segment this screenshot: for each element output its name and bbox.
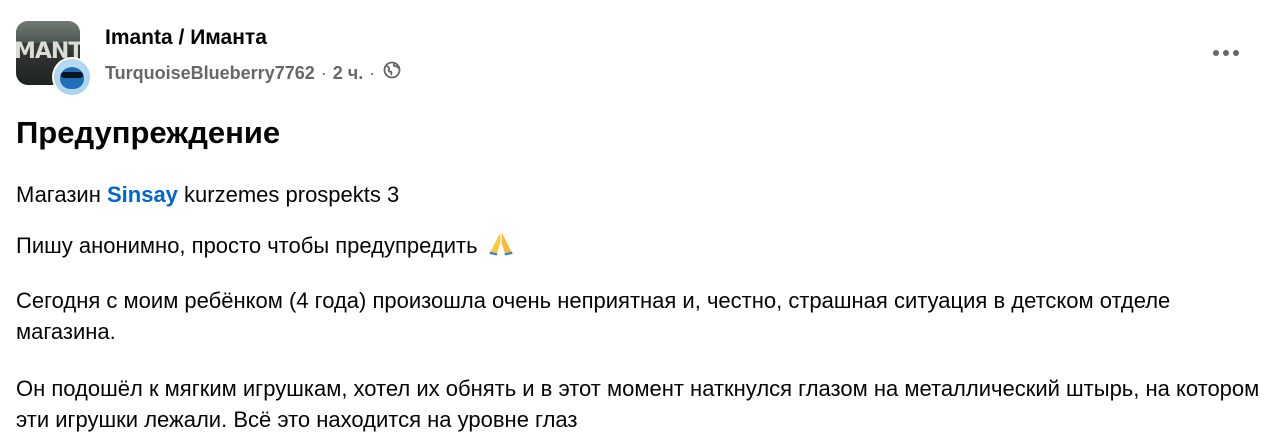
author-name-link[interactable]: TurquoiseBlueberry7762 [105, 61, 315, 85]
post-timestamp-link[interactable]: 2 ч. [333, 61, 363, 85]
paragraph-text: kurzemes prospekts 3 [177, 182, 400, 207]
post-meta: TurquoiseBlueberry7762 · 2 ч. · [105, 61, 401, 85]
more-options-button[interactable] [1208, 41, 1244, 65]
more-horizontal-icon [1212, 44, 1240, 62]
feed-post: MANTA Imanta / Иманта TurquoiseBlueberry… [0, 0, 1273, 444]
sinsay-link[interactable]: Sinsay [107, 182, 178, 207]
group-name-link[interactable]: Imanta / Иманта [105, 25, 267, 51]
meta-separator: · [369, 63, 376, 83]
post-title: Предупреждение [16, 115, 281, 150]
folded-hands-emoji [488, 230, 514, 264]
paragraph-text: Магазин [16, 182, 107, 207]
post-header: MANTA Imanta / Иманта TurquoiseBlueberry… [16, 21, 1256, 97]
paragraph-text: Пишу анонимно, просто чтобы предупредить [16, 233, 478, 258]
globe-icon[interactable] [383, 61, 401, 85]
author-avatar[interactable] [52, 57, 92, 97]
author-avatar-sunglasses [61, 72, 83, 78]
post-paragraph: Он подошёл к мягким игрушкам, хотел их о… [16, 376, 1260, 432]
author-avatar-image [54, 59, 90, 95]
post-paragraph: Сегодня с моим ребёнком (4 года) произош… [16, 288, 1171, 344]
meta-separator: · [320, 63, 327, 83]
post-paragraph: Пишу анонимно, просто чтобы предупредить [16, 230, 1265, 264]
post-paragraph: Магазин Sinsay kurzemes prospekts 3 [16, 179, 1265, 210]
author-avatar-character [60, 67, 84, 89]
